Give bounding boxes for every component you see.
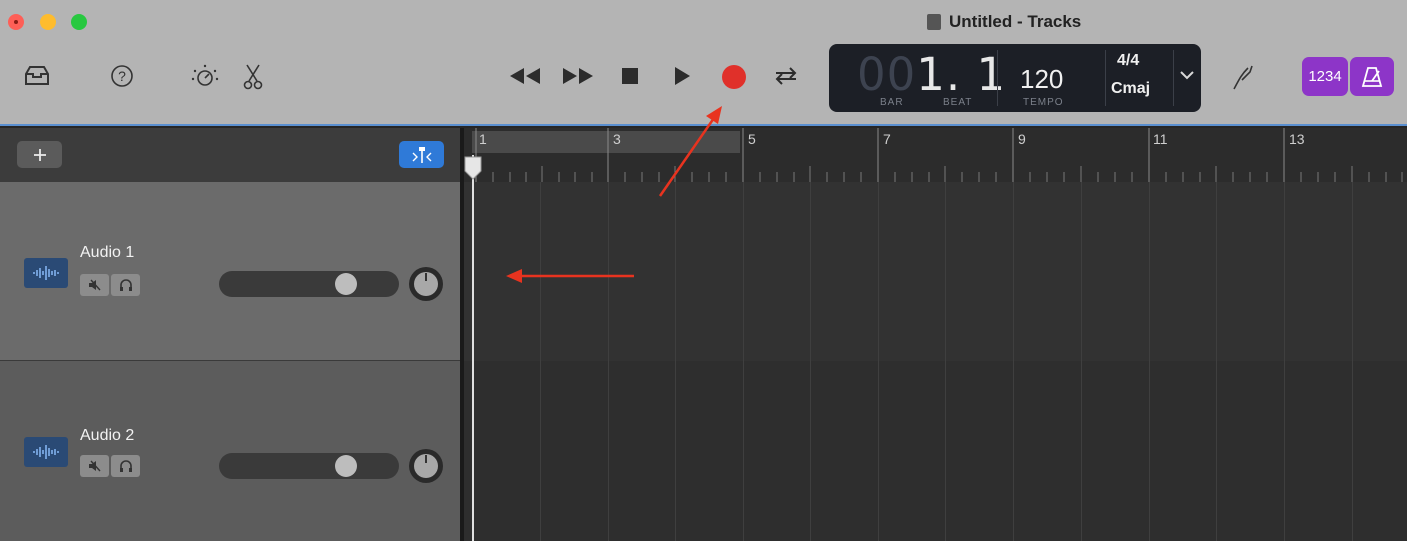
grid-line <box>945 182 946 541</box>
track-name[interactable]: Audio 2 <box>80 427 134 445</box>
ruler-marker: 11 <box>1153 131 1168 147</box>
play-icon <box>675 67 690 85</box>
minimize-window-button[interactable] <box>40 14 56 30</box>
tuner-icon <box>1233 65 1253 90</box>
grid-line <box>1352 182 1353 541</box>
lcd-display[interactable]: 001. 1 BAR BEAT 120 TEMPO 4/4 Cmaj <box>829 44 1201 112</box>
forward-button[interactable] <box>560 66 596 86</box>
grid-line <box>675 182 676 541</box>
rewind-icon <box>510 68 540 84</box>
playhead-line[interactable] <box>472 155 474 541</box>
window-title: Untitled - Tracks <box>927 12 1081 32</box>
metronome-button[interactable] <box>1350 57 1394 96</box>
time-signature: 4/4 <box>1117 52 1140 69</box>
stop-icon <box>622 68 638 84</box>
tempo-label: TEMPO <box>1023 97 1064 108</box>
speaker-mute-icon <box>88 460 101 472</box>
tracks-header <box>0 128 460 183</box>
grid-line <box>1081 182 1082 541</box>
chevron-down-icon <box>1180 71 1194 80</box>
grid-line <box>1013 182 1014 541</box>
ruler-marker: 13 <box>1289 131 1305 147</box>
cycle-button[interactable] <box>772 64 800 88</box>
track-name[interactable]: Audio 1 <box>80 244 134 262</box>
track-header-audio-2[interactable]: Audio 2 <box>0 361 460 541</box>
library-button[interactable] <box>22 64 52 88</box>
help-button[interactable]: ? <box>109 63 135 89</box>
key-signature: Cmaj <box>1111 80 1151 97</box>
speaker-mute-icon <box>88 279 101 291</box>
grid-line <box>743 182 744 541</box>
ruler-marker: 3 <box>613 131 621 147</box>
mute-button[interactable] <box>80 274 109 296</box>
add-track-button[interactable] <box>17 141 62 168</box>
library-icon <box>25 66 49 85</box>
count-in-button[interactable]: 1234 <box>1302 57 1348 96</box>
lcd-separator <box>997 50 998 106</box>
track-buttons <box>80 455 140 477</box>
help-icon: ? <box>111 65 133 87</box>
zoom-window-button[interactable] <box>71 14 87 30</box>
grid-line <box>608 182 609 541</box>
track-header-audio-1[interactable]: Audio 1 <box>0 182 460 361</box>
editors-button[interactable] <box>242 63 264 91</box>
headphones-icon <box>119 460 132 472</box>
rewind-button[interactable] <box>507 66 543 86</box>
grid-line <box>878 182 879 541</box>
mute-button[interactable] <box>80 455 109 477</box>
stop-button[interactable] <box>621 67 639 85</box>
forward-icon <box>563 68 593 84</box>
catch-playhead-button[interactable] <box>399 141 444 168</box>
grid-line <box>540 182 541 541</box>
smart-controls-icon <box>191 64 219 86</box>
playhead-handle[interactable] <box>463 155 483 181</box>
bar-label: BAR <box>880 97 904 108</box>
smart-controls-button[interactable] <box>190 62 220 92</box>
track-buttons <box>80 274 140 296</box>
record-icon <box>722 65 746 89</box>
editors-icon <box>243 64 263 90</box>
track-lane-audio-2[interactable] <box>464 361 1407 541</box>
pan-knob[interactable] <box>409 267 443 301</box>
beat-label: BEAT <box>943 97 973 108</box>
headphones-button[interactable] <box>111 455 140 477</box>
pan-knob-dial <box>414 454 438 478</box>
audio-waveform-icon <box>24 437 68 467</box>
ruler-marker: 9 <box>1018 131 1026 147</box>
ruler-ticks <box>475 128 1403 182</box>
play-button[interactable] <box>672 66 692 86</box>
cycle-icon <box>775 67 797 85</box>
count-in-label: 1234 <box>1308 68 1342 85</box>
record-button[interactable] <box>721 64 747 90</box>
headphones-button[interactable] <box>111 274 140 296</box>
ruler-marker: 5 <box>748 131 756 147</box>
lcd-menu-button[interactable] <box>1179 68 1195 86</box>
volume-slider[interactable] <box>219 271 399 297</box>
ruler-marker: 1 <box>479 131 487 147</box>
volume-slider[interactable] <box>219 453 399 479</box>
grid-line <box>1216 182 1217 541</box>
track-lane-audio-1[interactable] <box>464 182 1407 362</box>
grid-line <box>1284 182 1285 541</box>
bar-beat-readout: 001. 1 <box>857 48 1007 101</box>
ruler-marker: 7 <box>883 131 891 147</box>
volume-slider-thumb[interactable] <box>335 273 357 295</box>
close-window-button[interactable] <box>8 14 24 30</box>
grid-line <box>810 182 811 541</box>
plus-icon <box>33 148 46 161</box>
lcd-separator <box>1173 50 1174 106</box>
tuner-button[interactable] <box>1230 62 1256 92</box>
svg-text:?: ? <box>118 68 126 84</box>
headphones-icon <box>119 279 132 291</box>
tempo-value: 120 <box>1020 64 1064 94</box>
volume-slider-thumb[interactable] <box>335 455 357 477</box>
grid-line <box>1149 182 1150 541</box>
audio-waveform-icon <box>24 258 68 288</box>
catch-playhead-icon <box>412 146 431 163</box>
pan-knob[interactable] <box>409 449 443 483</box>
document-icon <box>927 14 941 30</box>
pan-knob-dial <box>414 272 438 296</box>
metronome-icon <box>1361 66 1383 87</box>
lcd-separator <box>1105 50 1106 106</box>
